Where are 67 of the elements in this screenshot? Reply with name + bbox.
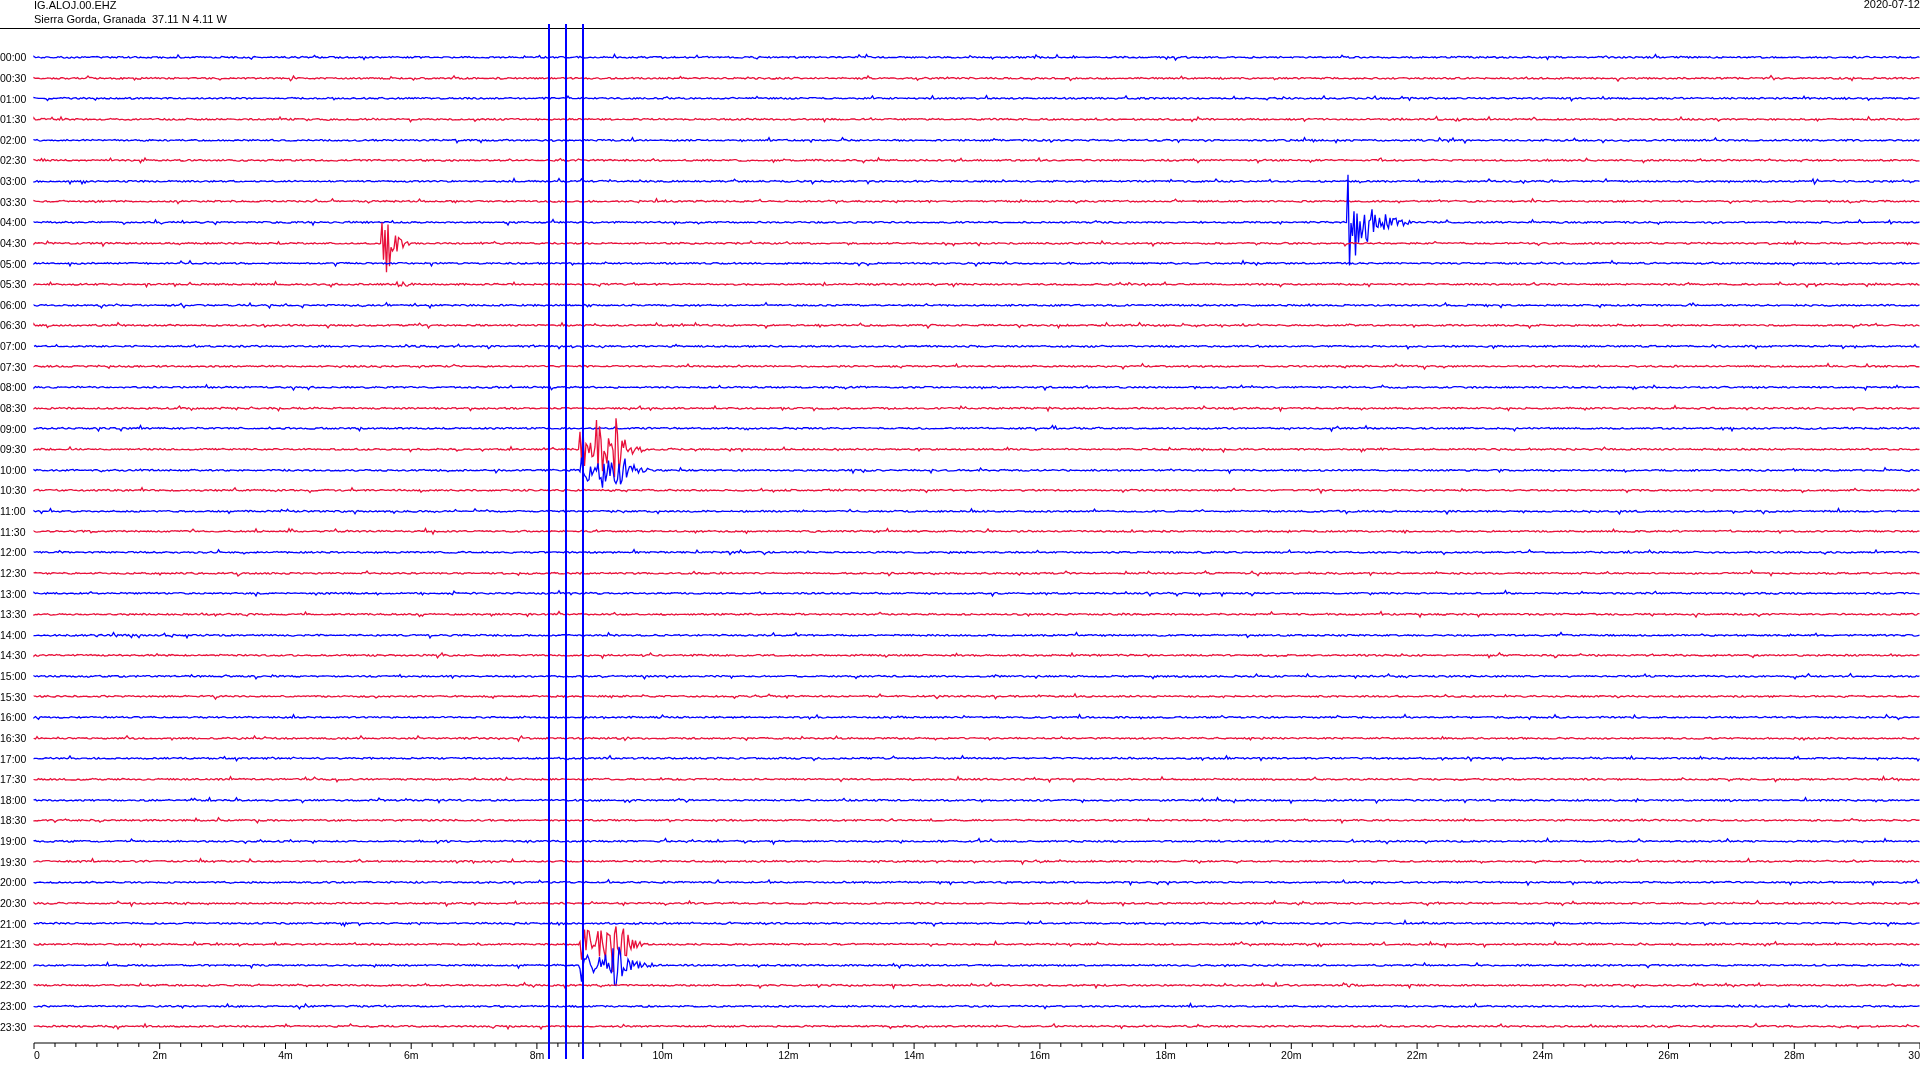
time-label: 13:00 [0,587,28,600]
tick-label: 6m [403,1049,419,1061]
time-label: 06:00 [0,298,28,311]
tick-label: 4m [278,1049,293,1061]
time-label: 04:00 [0,216,28,229]
time-label: 23:30 [0,1020,28,1033]
time-label: 21:30 [0,938,28,951]
time-label: 01:00 [0,92,28,105]
time-label: 23:00 [0,1000,28,1013]
time-label: 02:30 [0,154,28,167]
time-label: 09:30 [0,443,28,456]
time-label: 05:30 [0,278,28,291]
time-label: 10:30 [0,484,28,497]
time-label: 00:00 [0,51,28,64]
tick-label: 26m [1658,1049,1679,1061]
time-label: 06:30 [0,319,28,332]
tick-label: 0 [34,1049,40,1061]
tick-label: 18m [1155,1049,1176,1061]
date-label: 2020-07-12 [1863,0,1920,12]
tick-label: 28m [1784,1049,1805,1061]
time-label: 17:00 [0,752,28,765]
time-label: 12:30 [0,566,28,579]
station-code: IG.ALOJ.00.EHZ [34,0,118,12]
time-label: 00:30 [0,71,28,84]
time-label: 03:30 [0,195,28,208]
time-label: 03:00 [0,175,28,188]
tick-label: 8m [529,1049,545,1061]
time-label: 08:00 [0,381,28,394]
time-label: 14:30 [0,649,28,662]
time-label: 22:30 [0,979,28,992]
time-label: 12:00 [0,546,28,559]
time-label: 15:00 [0,670,28,683]
time-label: 15:30 [0,690,28,703]
time-label: 20:00 [0,876,28,889]
time-label: 16:30 [0,731,28,744]
tick-label: 30 [1908,1049,1920,1061]
tick-label: 12m [778,1049,799,1061]
time-label: 08:30 [0,401,28,414]
time-label: 09:00 [0,422,28,435]
time-label: 17:30 [0,773,28,786]
tick-label: 16m [1029,1049,1051,1061]
time-label: 20:30 [0,896,28,909]
time-label: 04:30 [0,236,28,249]
time-label: 21:00 [0,917,28,930]
time-label: 11:00 [0,505,27,518]
time-label: 16:00 [0,711,28,724]
time-label: 14:00 [0,628,28,641]
tick-label: 14m [903,1049,925,1061]
time-label: 10:00 [0,463,28,476]
time-label: 02:00 [0,133,28,146]
tick-label: 10m [652,1049,673,1061]
tick-label: 24m [1532,1049,1553,1061]
time-label: 18:00 [0,793,28,806]
time-label: 19:00 [0,835,28,848]
time-label: 18:30 [0,814,28,827]
time-label: 11:30 [0,525,27,538]
time-label: 19:30 [0,855,28,868]
station-location: Sierra Gorda, Granada 37.11 N 4.11 W [34,12,227,26]
tick-label: 20m [1281,1049,1302,1061]
time-label: 05:00 [0,257,28,270]
tick-label: 2m [152,1049,168,1061]
time-label: 07:30 [0,360,28,373]
tick-label: 22m [1406,1049,1428,1061]
time-label: 07:00 [0,340,28,353]
time-label: 01:30 [0,113,28,126]
time-label: 22:00 [0,958,28,971]
time-label: 13:30 [0,608,28,621]
